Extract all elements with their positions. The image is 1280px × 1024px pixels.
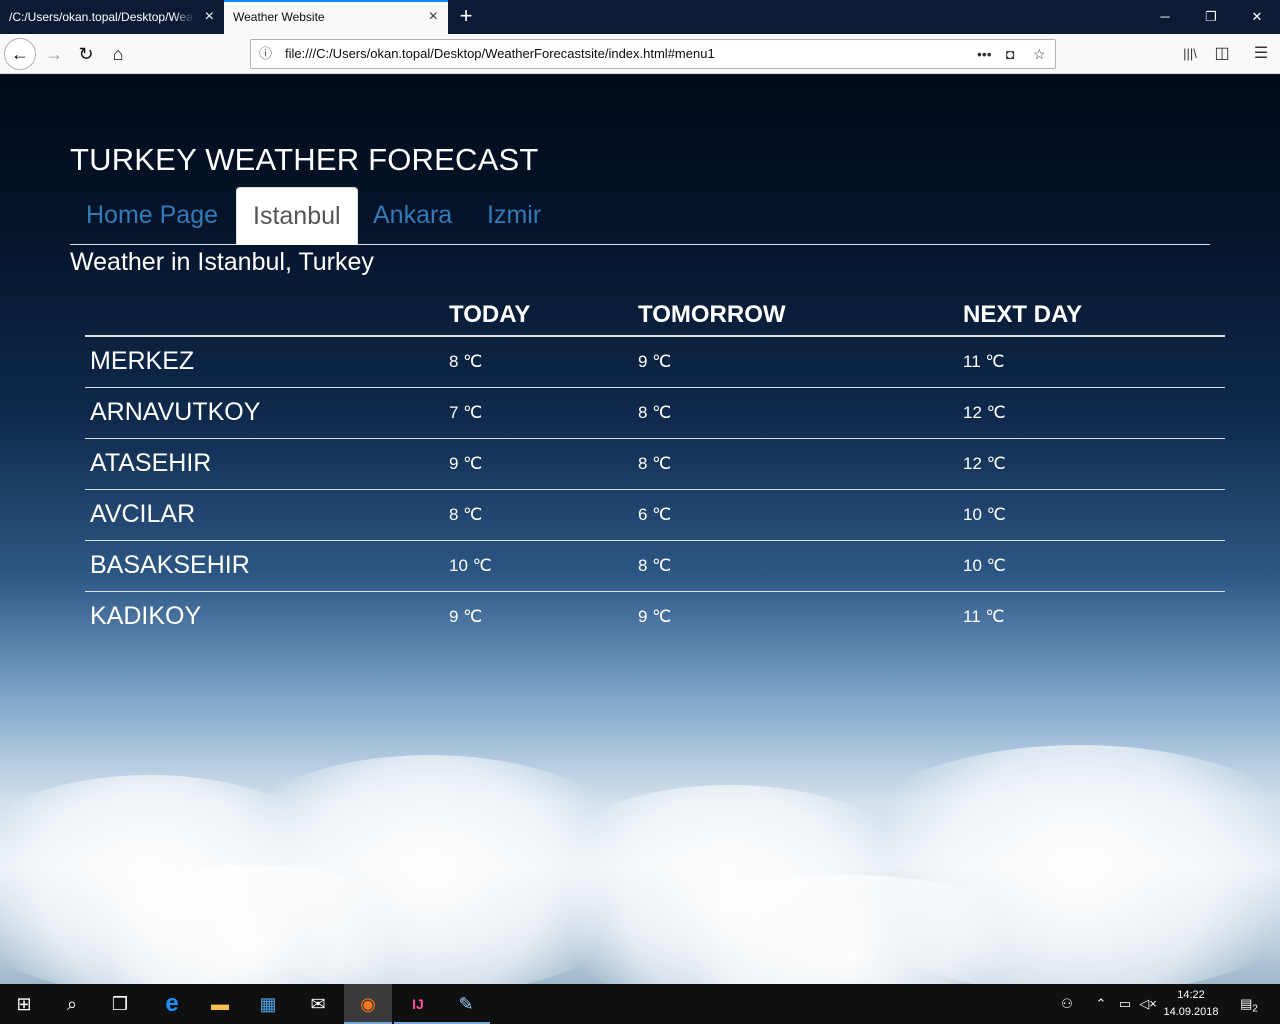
clock-time: 14:22	[1177, 989, 1205, 1001]
minimize-icon[interactable]: ─	[1142, 0, 1188, 34]
navigation-toolbar: ← → ↻ ⌂ ⓘ file:///C:/Users/okan.topal/De…	[0, 34, 1280, 74]
district-name: MERKEZ	[90, 347, 195, 376]
menu-icon[interactable]: ☰	[1246, 38, 1276, 70]
bookmark-star-icon[interactable]: ☆	[1033, 40, 1046, 68]
tab-close-icon[interactable]: ×	[429, 2, 438, 32]
pocket-icon[interactable]: ◘	[1006, 40, 1014, 68]
volume-muted-icon[interactable]: ◁×	[1136, 984, 1160, 1024]
tab-strip: /C:/Users/okan.topal/Desktop/Wea × Weath…	[0, 0, 1280, 34]
temp-tomorrow: 8 ℃	[633, 539, 958, 591]
temp-today: 7 ℃	[444, 386, 633, 438]
menu-item-istanbul[interactable]: Istanbul	[236, 187, 358, 245]
clouds-background	[0, 715, 1280, 984]
mail-icon[interactable]: ✉	[294, 984, 342, 1024]
url-bar[interactable]: ⓘ file:///C:/Users/okan.topal/Desktop/We…	[250, 39, 1056, 69]
file-explorer-icon[interactable]: ▬	[196, 984, 244, 1024]
window-close-icon[interactable]: ✕	[1234, 0, 1280, 34]
tab-title: Weather Website	[233, 10, 325, 24]
table-row: BASAKSEHIR 10 ℃ 8 ℃ 10 ℃	[85, 539, 1225, 591]
notification-count: 2	[1252, 1003, 1258, 1015]
temp-tomorrow: 8 ℃	[633, 437, 958, 489]
back-icon[interactable]: ←	[4, 38, 36, 70]
temp-today: 9 ℃	[444, 590, 633, 642]
tab-weather-website[interactable]: Weather Website ×	[224, 0, 448, 34]
firefox-icon[interactable]: ◉	[344, 984, 392, 1024]
network-icon[interactable]: ▭	[1114, 984, 1136, 1024]
temp-today: 8 ℃	[444, 488, 633, 540]
column-header-today: TODAY	[444, 293, 633, 337]
sidebar-icon[interactable]: ◫	[1207, 38, 1237, 70]
district-name: KADIKOY	[85, 590, 444, 642]
temp-next-day: 11 ℃	[958, 590, 1225, 642]
temp-next-day: 10 ℃	[958, 488, 1225, 540]
city-menu: Home Page Istanbul Ankara Izmir	[70, 187, 1210, 245]
temp-next-day: 10 ℃	[958, 539, 1225, 591]
reload-icon[interactable]: ↻	[70, 38, 102, 70]
column-header-district	[85, 293, 444, 337]
people-icon[interactable]: ⚇	[1054, 984, 1080, 1024]
column-header-next-day: NEXT DAY	[958, 293, 1225, 337]
clock-date: 14.09.2018	[1163, 1006, 1219, 1018]
search-icon[interactable]: ⌕	[48, 984, 96, 1024]
url-text[interactable]: file:///C:/Users/okan.topal/Desktop/Weat…	[285, 40, 715, 68]
temp-tomorrow: 9 ℃	[633, 590, 958, 642]
table-row: ATASEHIR 9 ℃ 8 ℃ 12 ℃	[85, 437, 1225, 489]
library-icon[interactable]: |||\	[1175, 38, 1205, 70]
new-tab-icon[interactable]: +	[452, 0, 480, 34]
tab-close-icon[interactable]: ×	[205, 0, 214, 34]
district-name: BASAKSEHIR	[85, 539, 444, 591]
temp-today: 8 ℃	[449, 351, 483, 371]
forward-icon[interactable]: →	[38, 38, 70, 70]
site-title: TURKEY WEATHER FORECAST	[70, 142, 539, 177]
temp-next-day: 11 ℃	[963, 351, 1005, 371]
tab-title: /C:/Users/okan.topal/Desktop/Wea	[9, 10, 193, 24]
start-icon[interactable]: ⊞	[0, 984, 48, 1024]
restore-icon[interactable]: ❐	[1188, 0, 1234, 34]
table-header-row: TODAY TOMORROW NEXT DAY	[85, 293, 1225, 337]
menu-item-ankara[interactable]: Ankara	[357, 187, 468, 244]
intellij-icon[interactable]: IJ	[394, 984, 442, 1024]
temp-today: 9 ℃	[444, 437, 633, 489]
action-center-icon[interactable]: ▤2	[1234, 984, 1264, 1024]
taskbar: ⊞ ⌕ ❒ e ▬ ▦ ✉ ◉ IJ ✎ ⚇ ⌃ ▭ ◁× 14:22 14.0…	[0, 984, 1280, 1024]
site-info-icon[interactable]: ⓘ	[259, 40, 272, 68]
system-clock[interactable]: 14:22 14.09.2018	[1160, 987, 1222, 1021]
notification-icon: ▤	[1240, 996, 1253, 1011]
home-icon[interactable]: ⌂	[102, 38, 134, 70]
task-view-icon[interactable]: ❒	[96, 984, 144, 1024]
edge-icon[interactable]: e	[148, 984, 196, 1024]
tab-file-path[interactable]: /C:/Users/okan.topal/Desktop/Wea ×	[0, 0, 224, 34]
table-row: AVCILAR 8 ℃ 6 ℃ 10 ℃	[85, 488, 1225, 540]
page-actions-icon[interactable]: •••	[977, 40, 992, 68]
menu-item-izmir[interactable]: Izmir	[471, 187, 557, 244]
store-icon[interactable]: ▦	[244, 984, 292, 1024]
table-row: MERKEZ 8 ℃ 9 ℃ 11 ℃	[85, 336, 1225, 387]
temp-next-day: 12 ℃	[958, 386, 1225, 438]
table-row: ARNAVUTKOY 7 ℃ 8 ℃ 12 ℃	[85, 386, 1225, 438]
temp-tomorrow: 8 ℃	[633, 386, 958, 438]
table-row: KADIKOY 9 ℃ 9 ℃ 11 ℃	[85, 590, 1225, 642]
column-header-tomorrow: TOMORROW	[633, 293, 958, 337]
temp-tomorrow: 9 ℃	[638, 351, 672, 371]
district-name: AVCILAR	[85, 488, 444, 540]
temp-tomorrow: 6 ℃	[633, 488, 958, 540]
tray-expand-icon[interactable]: ⌃	[1090, 984, 1112, 1024]
menu-item-home-page[interactable]: Home Page	[70, 187, 234, 244]
paint-icon[interactable]: ✎	[442, 984, 490, 1024]
page-heading: Weather in Istanbul, Turkey	[70, 248, 374, 276]
web-page: TURKEY WEATHER FORECAST Home Page Istanb…	[0, 75, 1280, 984]
weather-table: TODAY TOMORROW NEXT DAY MERKEZ 8 ℃ 9 ℃ 1…	[85, 293, 1225, 642]
temp-today: 10 ℃	[444, 539, 633, 591]
district-name: ATASEHIR	[85, 437, 444, 489]
temp-next-day: 12 ℃	[958, 437, 1225, 489]
district-name: ARNAVUTKOY	[85, 386, 444, 438]
